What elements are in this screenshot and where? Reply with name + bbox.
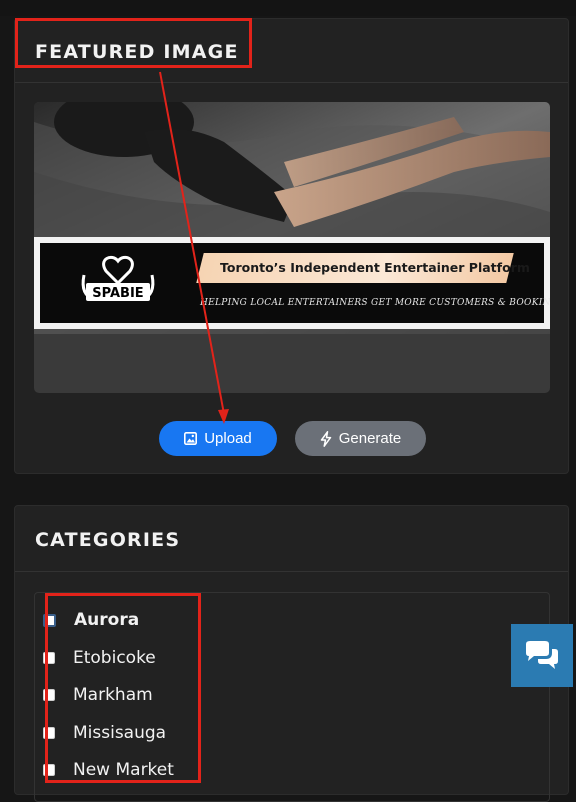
annotation-arrow [159, 71, 229, 424]
